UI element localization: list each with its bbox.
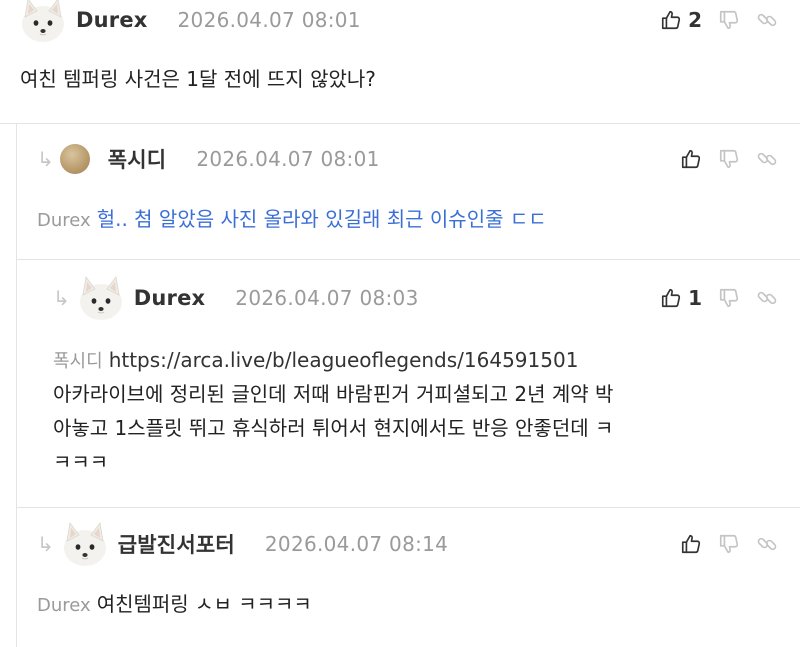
comment-date: 2026.04.07 08:01 [196,147,380,171]
link-icon [756,533,778,555]
link-icon [756,287,778,309]
comment-date: 2026.04.07 08:14 [264,532,449,556]
fox-avatar-icon [18,0,68,43]
dislike-button[interactable] [718,287,740,309]
share-link-button[interactable] [756,9,778,31]
like-count: 2 [688,8,702,32]
comment-text: 여친템퍼링 ㅅㅂ ㅋㅋㅋㅋ [96,592,312,616]
reply-arrow-icon: ↳ [37,532,54,556]
link-icon [756,148,778,170]
comment-body: Durex 여친템퍼링 ㅅㅂ ㅋㅋㅋㅋ [37,587,312,623]
comment-author[interactable]: 급발진서포터 [118,529,235,559]
avatar[interactable] [18,0,68,43]
like-button[interactable] [680,148,702,170]
comment-date: 2026.04.07 08:03 [235,286,419,310]
link-icon [756,9,778,31]
thumbs-up-icon [660,9,682,31]
mention-tag[interactable]: Durex [37,210,91,231]
reply-arrow-icon: ↳ [53,286,70,310]
dislike-button[interactable] [718,148,740,170]
fox-avatar-icon [60,521,110,567]
comment-text-line: 아놓고 1스플릿 뛰고 휴식하러 튀어서 현지에서도 반응 안좋던데 ㅋ [53,416,614,440]
like-count: 1 [688,286,702,310]
comment-author[interactable]: Durex [76,8,148,32]
thumbs-down-icon [718,533,740,555]
avatar[interactable] [76,275,126,321]
mention-tag[interactable]: Durex [37,595,91,616]
comment-author[interactable]: Durex [134,286,206,310]
avatar[interactable] [59,144,90,174]
thumbs-down-icon [718,148,740,170]
comment-link-line: 폭시디 https://arca.live/b/leagueoflegends/1… [53,343,578,379]
dislike-button[interactable] [718,533,740,555]
thumbs-down-icon [718,9,740,31]
reply-item: ↳ Durex 2026.04.07 08:03 1 폭시디 https://ar… [16,260,800,508]
thumbs-down-icon [718,287,740,309]
reply-item: ↳ 폭시디 2026.04.07 08:01 Durex 헐.. 첨 알았음 사진… [16,124,800,260]
thumbs-up-icon [680,148,702,170]
fox-avatar-icon [76,275,126,321]
share-link-button[interactable] [756,533,778,555]
comment-author[interactable]: 폭시디 [108,144,167,174]
like-button[interactable] [680,533,702,555]
comment-text: 여친 템퍼링 사건은 1달 전에 뜨지 않았나? [20,67,376,91]
comment-text-line: 아카라이브에 정리된 글인데 저때 바람핀거 거피셜되고 2년 계약 박 [53,382,614,406]
mention-tag[interactable]: 폭시디 [53,351,103,372]
reply-item: ↳ 급발진서포터 2026.04.07 08:14 Durex 여친템퍼링 ㅅㅂ … [16,508,800,647]
avatar[interactable] [60,521,110,567]
thumbs-up-icon [660,287,682,309]
share-link-button[interactable] [756,148,778,170]
comment-body: Durex 헐.. 첨 알았음 사진 올라와 있길래 최근 이슈인줄 ㄷㄷ [37,202,547,238]
dislike-button[interactable] [718,9,740,31]
thumbs-up-icon [680,533,702,555]
like-button[interactable]: 1 [660,286,702,310]
comment-date: 2026.04.07 08:01 [177,8,361,32]
comment-item: Durex 2026.04.07 08:01 2 여친 템퍼링 사건은 1달 전… [0,0,800,124]
comment-link[interactable]: https://arca.live/b/leagueoflegends/1645… [109,348,579,372]
comment-text-line: ㅋㅋㅋ [53,450,109,474]
comment-text: 헐.. 첨 알았음 사진 올라와 있길래 최근 이슈인줄 ㄷㄷ [96,207,547,231]
share-link-button[interactable] [756,287,778,309]
reply-arrow-icon: ↳ [37,147,54,171]
like-button[interactable]: 2 [660,8,702,32]
